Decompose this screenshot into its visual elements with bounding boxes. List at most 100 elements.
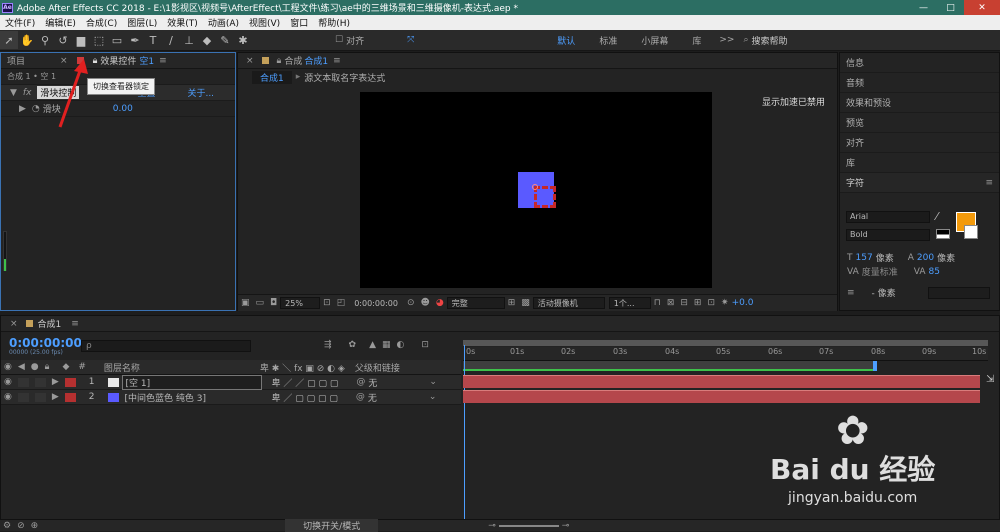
eraser-tool-icon[interactable]: ◆ bbox=[198, 31, 216, 49]
channel-icon[interactable]: ◕ bbox=[436, 298, 444, 308]
panel-info[interactable]: 信息 bbox=[840, 53, 999, 73]
clone-stamp-tool-icon[interactable]: ⊥ bbox=[180, 31, 198, 49]
work-area-end-icon[interactable] bbox=[873, 361, 877, 371]
comp-tab-name[interactable]: 合成1 bbox=[304, 54, 328, 67]
draft-3d-icon[interactable]: ⊞ bbox=[694, 298, 702, 308]
work-area-range[interactable] bbox=[463, 361, 875, 371]
work-area-bar[interactable] bbox=[463, 340, 988, 346]
minimize-button[interactable]: — bbox=[910, 0, 937, 15]
menu-edit[interactable]: 编辑(E) bbox=[40, 16, 81, 29]
video-toggle-icon[interactable]: ◉ bbox=[4, 362, 12, 372]
menu-view[interactable]: 视图(V) bbox=[244, 16, 285, 29]
panel-align[interactable]: 对齐 bbox=[840, 133, 999, 153]
breadcrumb-text[interactable]: 源文本取名字表达式 bbox=[304, 71, 385, 84]
solo-toggle-icon[interactable]: ● bbox=[31, 362, 39, 372]
motion-blur-icon[interactable]: ◐ bbox=[397, 340, 405, 350]
views-select[interactable]: 1个... bbox=[608, 297, 651, 309]
view-options-icon[interactable]: ⊓ bbox=[654, 298, 661, 308]
stroke-type-select[interactable] bbox=[927, 286, 990, 299]
panel-preview[interactable]: 预览 bbox=[840, 113, 999, 133]
panel-menu-icon[interactable]: ≡ bbox=[985, 178, 993, 188]
stroke-width-value[interactable]: - 像素 bbox=[872, 286, 922, 299]
parent-column[interactable]: 父级和链接 bbox=[355, 361, 400, 374]
maximize-button[interactable]: □ bbox=[937, 0, 964, 15]
audio-slot[interactable] bbox=[17, 377, 29, 387]
3d-view-icon[interactable]: ⊟ bbox=[680, 298, 688, 308]
snap-checkbox[interactable]: ☐ bbox=[335, 35, 343, 45]
show-snapshot-icon[interactable]: ☻ bbox=[420, 298, 429, 308]
layer-name[interactable]: [空 1] bbox=[121, 374, 262, 390]
lock-icon[interactable]: 🔒︎ bbox=[277, 56, 282, 66]
zoom-slider[interactable] bbox=[498, 524, 559, 527]
effect-about-link[interactable]: 关于... bbox=[187, 86, 214, 99]
workspace-default[interactable]: 默认 bbox=[545, 34, 587, 47]
menu-file[interactable]: 文件(F) bbox=[0, 16, 40, 29]
tab-effect-controls[interactable]: 效果控件 bbox=[100, 54, 136, 67]
panel-menu-icon[interactable]: ≡ bbox=[71, 319, 79, 329]
comp-mini-flowchart-icon[interactable]: ⇶ bbox=[324, 340, 332, 350]
layer-name-column[interactable]: 图层名称 bbox=[104, 361, 140, 374]
tab-project[interactable]: 项目 bbox=[7, 54, 25, 67]
solo-slot[interactable] bbox=[34, 377, 46, 387]
kerning-value[interactable]: 度量标准 bbox=[862, 265, 898, 278]
close-tab-icon[interactable]: × bbox=[246, 56, 254, 66]
layer-track-2[interactable] bbox=[463, 390, 980, 403]
transparency-grid-icon[interactable]: ▩ bbox=[521, 298, 530, 308]
slider-property-row[interactable]: ▶ ◔ 滑块 0.00 bbox=[1, 101, 235, 117]
playhead[interactable] bbox=[464, 345, 465, 520]
roto-brush-tool-icon[interactable]: ✎ bbox=[216, 31, 234, 49]
flowchart-icon[interactable]: ⊡ bbox=[707, 298, 715, 308]
panel-scroll-indicator[interactable] bbox=[3, 231, 7, 271]
breadcrumb-comp[interactable]: 合成1 bbox=[252, 70, 292, 84]
stroke-color-swatch[interactable] bbox=[964, 225, 978, 239]
fast-preview-icon[interactable]: ⊞ bbox=[508, 298, 516, 308]
label-column-icon[interactable]: ◆ bbox=[62, 362, 69, 372]
font-select[interactable]: Arial bbox=[846, 211, 930, 223]
audio-slot[interactable] bbox=[17, 392, 29, 402]
layer-label-color[interactable] bbox=[64, 392, 76, 402]
workspace-more[interactable]: >> bbox=[713, 35, 740, 45]
pan-behind-tool-icon[interactable]: ⬚ bbox=[90, 31, 108, 49]
snap-options-icon[interactable]: ⤧ bbox=[407, 35, 414, 45]
zoom-in-icon[interactable]: ⊸ bbox=[562, 521, 570, 531]
menu-effect[interactable]: 效果(T) bbox=[162, 16, 203, 29]
draft-3d-icon[interactable]: ✿ bbox=[349, 340, 357, 350]
mask-toggle-icon[interactable]: ◘ bbox=[270, 298, 277, 308]
style-select[interactable]: Bold bbox=[846, 229, 930, 241]
hide-shy-icon[interactable]: ▲ bbox=[369, 340, 376, 350]
zoom-tool-icon[interactable]: ⚲ bbox=[36, 31, 54, 49]
tracking-value[interactable]: 85 bbox=[929, 267, 940, 277]
pickwhip-icon[interactable]: @ bbox=[356, 392, 365, 402]
menu-help[interactable]: 帮助(H) bbox=[313, 16, 355, 29]
hand-tool-icon[interactable]: ✋ bbox=[18, 31, 36, 49]
parent-dropdown-icon[interactable]: ⌄ bbox=[429, 377, 437, 387]
layer-switches-icon[interactable]: ⚙ bbox=[3, 521, 11, 531]
null-layer-handle-icon[interactable] bbox=[534, 186, 556, 208]
zoom-select[interactable]: 25% bbox=[280, 297, 321, 309]
selection-tool-icon[interactable]: ➚ bbox=[0, 31, 18, 49]
workspace-standard[interactable]: 标准 bbox=[587, 34, 629, 47]
eye-icon[interactable]: ◉ bbox=[4, 392, 12, 402]
black-white-swatch[interactable] bbox=[936, 229, 950, 239]
eye-icon[interactable]: ◉ bbox=[4, 377, 12, 387]
graph-editor-icon[interactable]: ⊡ bbox=[421, 340, 429, 350]
layer-track-1[interactable] bbox=[463, 375, 980, 388]
comp-tab-label[interactable]: 合成 bbox=[284, 54, 302, 67]
parent-dropdown-icon[interactable]: ⌄ bbox=[429, 392, 437, 402]
layer-expand-icon[interactable]: ▶ bbox=[52, 377, 59, 387]
eyedropper-icon[interactable]: ⁄ bbox=[936, 210, 938, 223]
slider-value[interactable]: 0.00 bbox=[113, 104, 133, 114]
pickwhip-icon[interactable]: @ bbox=[356, 377, 365, 387]
effect-collapse-icon[interactable]: ▼ bbox=[10, 88, 17, 98]
timeline-timecode[interactable]: 0:00:00:00 bbox=[9, 336, 82, 350]
property-expand-icon[interactable]: ▶ bbox=[19, 104, 26, 114]
panel-audio[interactable]: 音频 bbox=[840, 73, 999, 93]
region-of-interest-icon[interactable]: ◰ bbox=[337, 298, 346, 308]
layer-parent[interactable]: 无 bbox=[368, 391, 426, 404]
pen-tool-icon[interactable]: ✒ bbox=[126, 31, 144, 49]
grid-icon[interactable]: ⊠ bbox=[667, 298, 675, 308]
menu-animation[interactable]: 动画(A) bbox=[203, 16, 244, 29]
layer-parent[interactable]: 无 bbox=[368, 376, 426, 389]
leading-value[interactable]: 200 bbox=[917, 253, 934, 263]
exposure-value[interactable]: +0.0 bbox=[732, 298, 754, 308]
